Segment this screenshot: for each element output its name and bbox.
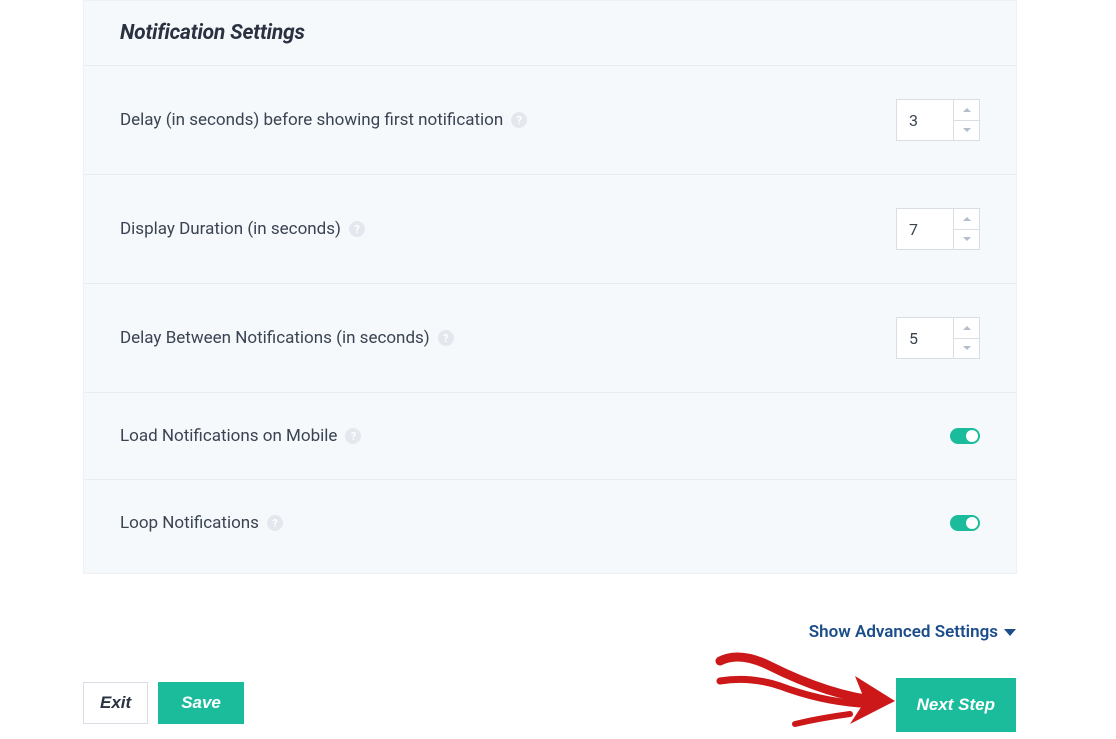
chevron-up-icon bbox=[963, 217, 971, 221]
row-delay-first: Delay (in seconds) before showing first … bbox=[84, 66, 1016, 175]
notification-settings-panel: Notification Settings Delay (in seconds)… bbox=[83, 0, 1017, 574]
panel-header: Notification Settings bbox=[84, 1, 1016, 66]
stepper-up[interactable] bbox=[954, 317, 980, 338]
chevron-down-icon bbox=[963, 128, 971, 132]
exit-button[interactable]: Exit bbox=[83, 682, 148, 724]
display-duration-stepper[interactable]: 7 bbox=[896, 208, 980, 250]
label-wrap: Loop Notifications ? bbox=[120, 513, 283, 533]
next-step-button[interactable]: Next Step bbox=[896, 678, 1016, 732]
delay-first-stepper[interactable]: 3 bbox=[896, 99, 980, 141]
setting-label: Delay (in seconds) before showing first … bbox=[120, 110, 503, 130]
row-loop: Loop Notifications ? bbox=[84, 480, 1016, 573]
caret-down-icon bbox=[1004, 629, 1016, 636]
chevron-up-icon bbox=[963, 108, 971, 112]
label-wrap: Display Duration (in seconds) ? bbox=[120, 219, 365, 239]
chevron-up-icon bbox=[963, 326, 971, 330]
stepper-value[interactable]: 3 bbox=[896, 99, 954, 141]
stepper-up[interactable] bbox=[954, 208, 980, 229]
setting-label: Load Notifications on Mobile bbox=[120, 426, 337, 446]
setting-label: Delay Between Notifications (in seconds) bbox=[120, 328, 430, 348]
stepper-down[interactable] bbox=[954, 229, 980, 251]
row-display-duration: Display Duration (in seconds) ? 7 bbox=[84, 175, 1016, 284]
help-icon[interactable]: ? bbox=[438, 330, 454, 346]
advanced-label: Show Advanced Settings bbox=[809, 622, 998, 642]
label-wrap: Delay Between Notifications (in seconds)… bbox=[120, 328, 454, 348]
setting-label: Loop Notifications bbox=[120, 513, 259, 533]
help-icon[interactable]: ? bbox=[267, 515, 283, 531]
row-load-mobile: Load Notifications on Mobile ? bbox=[84, 393, 1016, 480]
chevron-down-icon bbox=[963, 346, 971, 350]
stepper-value[interactable]: 5 bbox=[896, 317, 954, 359]
stepper-buttons bbox=[954, 317, 980, 359]
next-step-wrap: Next Step bbox=[896, 678, 1016, 732]
help-icon[interactable]: ? bbox=[345, 428, 361, 444]
delay-between-stepper[interactable]: 5 bbox=[896, 317, 980, 359]
stepper-buttons bbox=[954, 99, 980, 141]
stepper-down[interactable] bbox=[954, 120, 980, 142]
toggle-knob bbox=[966, 517, 978, 529]
show-advanced-settings-link[interactable]: Show Advanced Settings bbox=[809, 622, 1016, 642]
label-wrap: Load Notifications on Mobile ? bbox=[120, 426, 361, 446]
stepper-up[interactable] bbox=[954, 99, 980, 120]
stepper-value[interactable]: 7 bbox=[896, 208, 954, 250]
label-wrap: Delay (in seconds) before showing first … bbox=[120, 110, 527, 130]
help-icon[interactable]: ? bbox=[349, 221, 365, 237]
stepper-buttons bbox=[954, 208, 980, 250]
help-icon[interactable]: ? bbox=[511, 112, 527, 128]
save-button[interactable]: Save bbox=[158, 682, 244, 724]
loop-toggle[interactable] bbox=[950, 515, 980, 531]
toggle-knob bbox=[966, 430, 978, 442]
setting-label: Display Duration (in seconds) bbox=[120, 219, 341, 239]
annotation-arrow-icon bbox=[710, 646, 910, 736]
footer-left-buttons: Exit Save bbox=[83, 682, 244, 724]
panel-title: Notification Settings bbox=[120, 21, 980, 45]
load-mobile-toggle[interactable] bbox=[950, 428, 980, 444]
row-delay-between: Delay Between Notifications (in seconds)… bbox=[84, 284, 1016, 393]
chevron-down-icon bbox=[963, 237, 971, 241]
stepper-down[interactable] bbox=[954, 338, 980, 360]
